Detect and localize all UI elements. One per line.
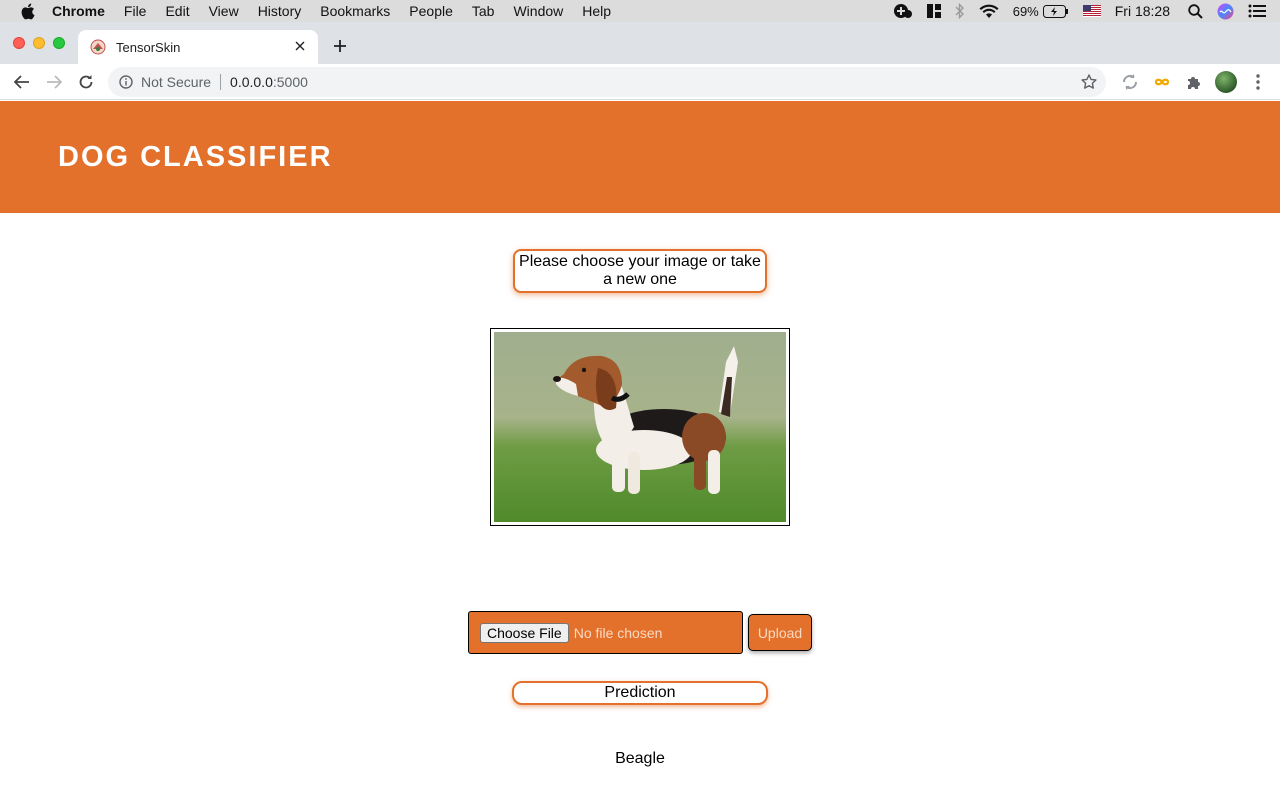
beagle-photo <box>494 332 786 522</box>
profile-avatar[interactable] <box>1215 71 1237 93</box>
window-layout-icon[interactable] <box>926 3 941 19</box>
chrome-menu-icon[interactable] <box>1248 72 1268 92</box>
battery-percent: 69% <box>1012 3 1039 19</box>
menu-window[interactable]: Window <box>513 3 563 19</box>
site-header: DOG CLASSIFIER <box>0 101 1280 213</box>
new-tab-icon[interactable] <box>330 36 350 56</box>
bluetooth-icon[interactable] <box>955 3 965 19</box>
menu-people[interactable]: People <box>409 3 453 19</box>
menu-view[interactable]: View <box>209 3 239 19</box>
macos-menu-bar: Chrome File Edit View History Bookmarks … <box>0 0 1280 22</box>
url-host: 0.0.0.0 <box>230 74 273 90</box>
menu-help[interactable]: Help <box>582 3 611 19</box>
tab-title: TensorSkin <box>116 39 181 55</box>
reload-icon[interactable] <box>76 72 96 92</box>
menu-history[interactable]: History <box>258 3 302 19</box>
prediction-label: Prediction <box>512 681 768 705</box>
upload-button[interactable]: Upload <box>748 614 812 651</box>
prediction-result: Beagle <box>615 750 665 767</box>
cloud-sync-icon[interactable] <box>893 3 913 19</box>
extensions-puzzle-icon[interactable] <box>1184 72 1204 92</box>
address-bar[interactable]: Not Secure 0.0.0.0 :5000 <box>108 67 1106 97</box>
menu-bookmarks[interactable]: Bookmarks <box>320 3 390 19</box>
notification-center-icon[interactable] <box>1248 4 1266 18</box>
wifi-icon[interactable] <box>979 4 999 19</box>
spotlight-search-icon[interactable] <box>1188 3 1203 19</box>
site-title: DOG CLASSIFIER <box>58 141 333 173</box>
battery-status[interactable]: 69% <box>1013 4 1069 19</box>
menubar-clock[interactable]: Fri 18:28 <box>1115 3 1170 19</box>
tab-tensorskin[interactable]: TensorSkin <box>78 30 318 64</box>
us-flag-icon[interactable] <box>1082 5 1101 17</box>
address-separator <box>220 74 222 90</box>
battery-charging-icon <box>1042 4 1068 18</box>
window-zoom-button[interactable] <box>53 37 65 49</box>
window-minimize-button[interactable] <box>33 37 45 49</box>
back-arrow-icon[interactable] <box>12 72 32 92</box>
choose-file-button[interactable]: Choose File <box>480 622 569 643</box>
browser-toolbar: Not Secure 0.0.0.0 :5000 <box>0 64 1280 100</box>
bookmark-star-icon[interactable] <box>1080 73 1098 91</box>
instruction-box: Please choose your image or take a new o… <box>513 249 767 293</box>
file-status-text: No file chosen <box>573 624 663 641</box>
menubar-status-area: 69% Fri 18:28 <box>893 0 1280 22</box>
menu-edit[interactable]: Edit <box>165 3 189 19</box>
menu-tab[interactable]: Tab <box>472 3 495 19</box>
menu-file[interactable]: File <box>124 3 147 19</box>
file-input[interactable]: Choose File No file chosen <box>468 611 743 654</box>
apple-icon[interactable] <box>20 3 38 20</box>
image-preview <box>490 328 790 526</box>
window-close-button[interactable] <box>13 37 25 49</box>
url-port: :5000 <box>272 74 308 90</box>
site-info-icon[interactable] <box>119 75 133 89</box>
browser-tab-strip: TensorSkin <box>0 22 1280 64</box>
security-status-label[interactable]: Not Secure <box>141 74 211 90</box>
tab-close-icon[interactable] <box>292 38 308 54</box>
tensorskin-favicon-icon <box>90 39 106 55</box>
siri-icon[interactable] <box>1217 3 1234 20</box>
menu-app-chrome[interactable]: Chrome <box>52 3 105 19</box>
sync-extension-icon[interactable] <box>1120 72 1140 92</box>
infinity-extension-icon[interactable] <box>1152 72 1172 92</box>
forward-arrow-icon[interactable] <box>44 72 64 92</box>
